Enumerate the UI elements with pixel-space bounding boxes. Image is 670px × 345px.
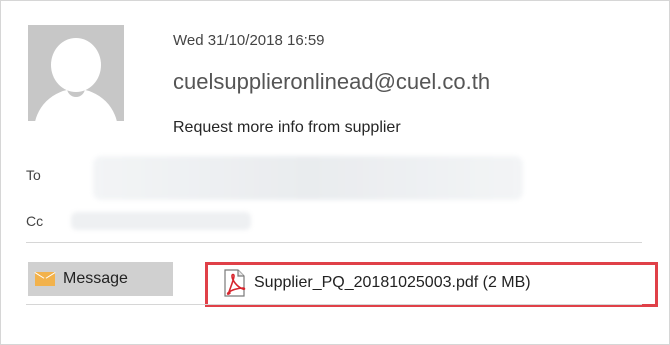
attachment-filename: Supplier_PQ_20181025003.pdf (2 MB) (254, 274, 531, 291)
to-label: To (26, 167, 41, 183)
redacted-cc (71, 212, 251, 230)
message-tab[interactable]: Message (28, 262, 173, 296)
pdf-attachment[interactable]: Supplier_PQ_20181025003.pdf (2 MB) (219, 267, 531, 299)
envelope-icon (35, 272, 55, 286)
pdf-icon (224, 269, 246, 297)
email-reading-pane: Wed 31/10/2018 16:59 cuelsupplieronlinea… (0, 0, 670, 345)
sent-date: Wed 31/10/2018 16:59 (173, 32, 325, 49)
cc-label: Cc (26, 213, 44, 229)
attachment-bar-top-divider (26, 242, 642, 243)
email-subject: Request more info from supplier (173, 119, 401, 136)
avatar-head-shape (51, 38, 101, 92)
sender-avatar (28, 25, 124, 121)
attachment-bar-bottom-divider (26, 304, 642, 305)
redacted-recipient (93, 156, 523, 200)
sender-address[interactable]: cuelsupplieronlinead@cuel.co.th (173, 69, 490, 95)
message-tab-label: Message (63, 270, 128, 287)
